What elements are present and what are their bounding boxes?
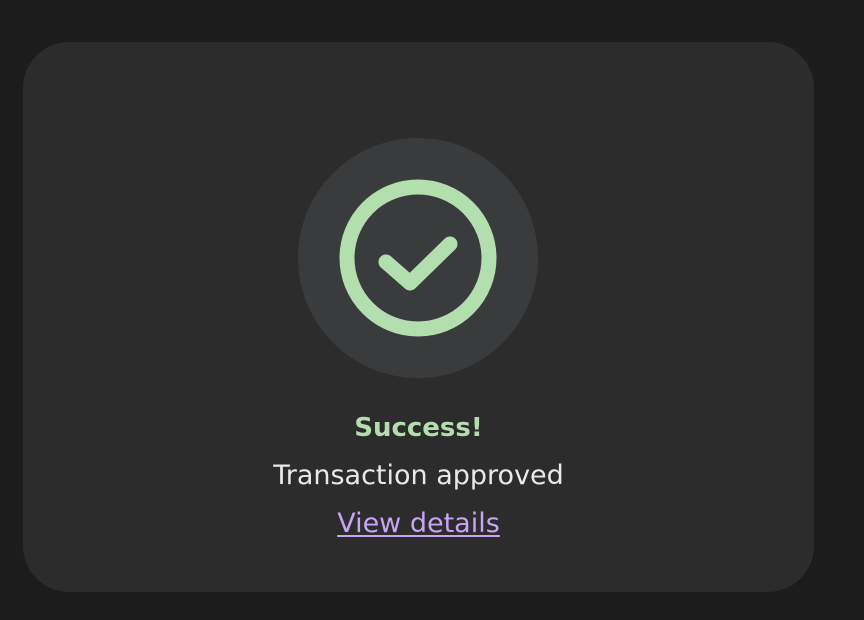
icon-backdrop xyxy=(298,138,538,378)
view-details-link[interactable]: View details xyxy=(337,508,500,539)
check-circle-icon xyxy=(339,179,497,337)
status-message: Transaction approved xyxy=(273,460,564,491)
success-card: Success! Transaction approved View detai… xyxy=(23,42,814,592)
status-title: Success! xyxy=(354,413,483,443)
